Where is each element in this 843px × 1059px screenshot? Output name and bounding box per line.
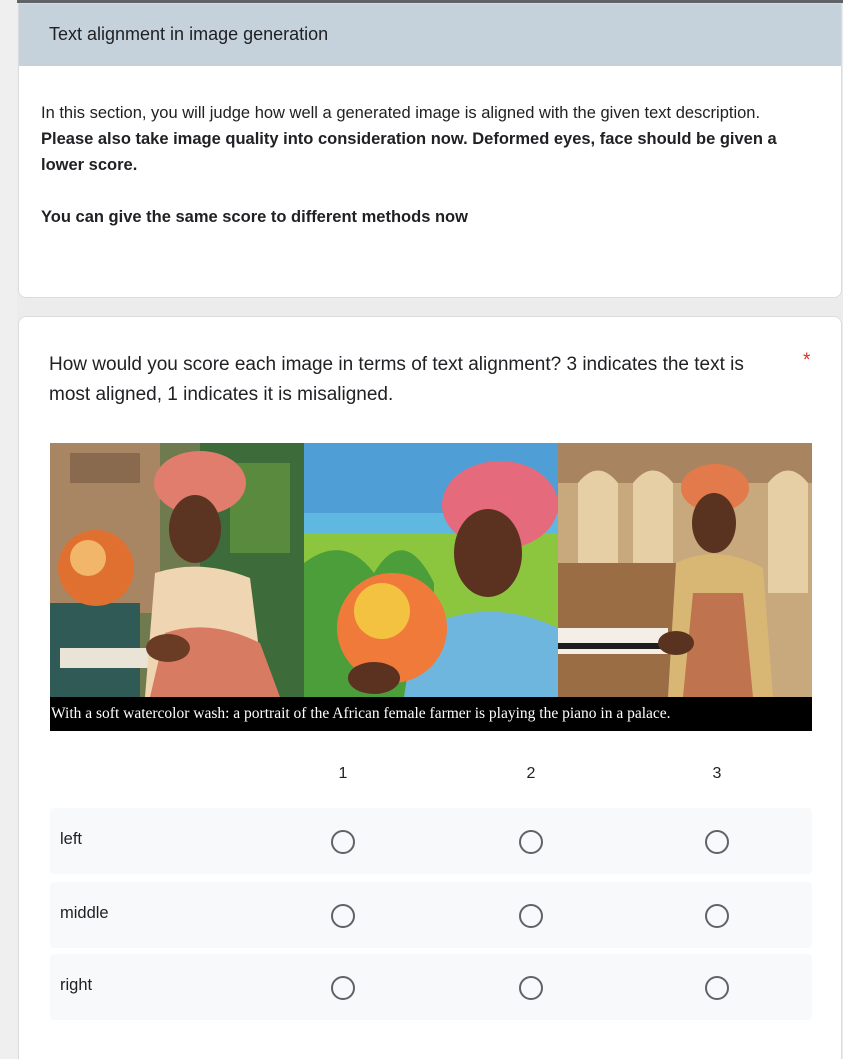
radio-right-3[interactable] (705, 976, 729, 1000)
grid-column-header: 1 2 3 (50, 765, 812, 789)
radio-left-1[interactable] (331, 830, 355, 854)
same-score-note: You can give the same score to different… (41, 208, 468, 226)
section-description: In this section, you will judge how well… (41, 104, 761, 122)
left-generated-image (50, 443, 304, 697)
required-marker: * (803, 350, 811, 371)
column-label-2: 2 (526, 765, 536, 782)
radio-left-2[interactable] (519, 830, 543, 854)
right-generated-image (558, 443, 812, 697)
grid-row-middle: middle (50, 882, 812, 948)
radio-middle-2[interactable] (519, 904, 543, 928)
section-description-block: In this section, you will judge how well… (19, 66, 841, 230)
question-card: How would you score each image in terms … (18, 316, 842, 1059)
radio-left-3[interactable] (705, 830, 729, 854)
section-card: Text alignment in image generation In th… (18, 3, 842, 298)
row-label-middle: middle (60, 904, 109, 922)
column-label-3: 3 (712, 765, 722, 782)
comparison-image: With a soft watercolor wash: a portrait … (50, 443, 812, 731)
middle-generated-image (304, 443, 558, 697)
column-label-1: 1 (338, 765, 348, 782)
radio-right-1[interactable] (331, 976, 355, 1000)
row-label-left: left (60, 830, 83, 848)
left-image-panel (50, 443, 304, 697)
radio-middle-3[interactable] (705, 904, 729, 928)
quality-note: Please also take image quality into cons… (41, 130, 777, 174)
right-image-panel (558, 443, 812, 697)
radio-middle-1[interactable] (331, 904, 355, 928)
radio-right-2[interactable] (519, 976, 543, 1000)
grid-row-right: right (50, 954, 812, 1020)
section-title: Text alignment in image generation (19, 4, 841, 66)
row-label-right: right (60, 976, 93, 994)
middle-image-panel (304, 443, 558, 697)
image-caption: With a soft watercolor wash: a portrait … (50, 697, 812, 731)
grid-row-left: left (50, 808, 812, 874)
page-margin (0, 0, 17, 1059)
question-title: How would you score each image in terms … (49, 354, 744, 405)
